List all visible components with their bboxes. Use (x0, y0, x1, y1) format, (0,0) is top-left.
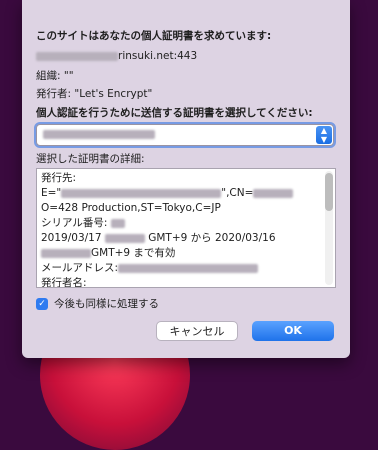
certificate-select[interactable]: ▲ ▼ (34, 122, 336, 148)
redacted-time-from (104, 233, 145, 243)
certificate-select-prompt: 個人認証を行うために送信する証明書を選択してください: (36, 107, 313, 119)
detail-validity-end-line: GMT+9 まで有効 (41, 246, 335, 261)
detail-issued-to-label: 発行先: (41, 172, 77, 184)
remember-choice-row[interactable]: ✓ 今後も同様に処理する (36, 296, 159, 311)
redacted-serial (110, 218, 125, 228)
certificate-details-text: 発行先: E=" ",CN= O=428 Production,ST=Tokyo,… (37, 169, 335, 288)
detail-issuer-name-label: 発行者名: (41, 277, 87, 288)
details-label: 選択した証明書の詳細: (36, 153, 145, 165)
detail-validity-line: 2019/03/17 GMT+9 から 2020/03/16 (41, 232, 276, 244)
cancel-button[interactable]: キャンセル (156, 321, 238, 341)
host-line: rinsuki.net:443 (36, 50, 197, 62)
issuer-line: 発行者: "Let's Encrypt" (36, 88, 153, 100)
detail-serial-line: シリアル番号: (41, 216, 335, 231)
redacted-certificate-name (43, 130, 155, 139)
remember-choice-label: 今後も同様に処理する (54, 298, 159, 310)
host-suffix: rinsuki.net:443 (118, 50, 198, 62)
redacted-email (61, 188, 222, 198)
detail-email-address-line: メールアドレス: (41, 261, 335, 276)
ok-button[interactable]: OK (252, 321, 334, 341)
organization-line: 組織: "" (36, 70, 74, 82)
scrollbar-thumb[interactable] (325, 173, 333, 211)
detail-email-cn-line: E=" ",CN= (41, 186, 335, 201)
chevron-updown-icon[interactable]: ▲ ▼ (316, 126, 332, 144)
redacted-email-address (118, 263, 259, 273)
redacted-time-to (41, 248, 91, 258)
details-scrollbar[interactable] (325, 171, 333, 285)
redacted-host (36, 51, 118, 61)
redacted-cn (253, 188, 294, 198)
certificate-details-box[interactable]: 発行先: E=" ",CN= O=428 Production,ST=Tokyo,… (36, 168, 336, 288)
certificate-request-dialog: このサイトはあなたの個人証明書を求めています: rinsuki.net:443 … (22, 0, 350, 358)
dialog-title: このサイトはあなたの個人証明書を求めています: (36, 30, 272, 42)
checkmark-icon[interactable]: ✓ (36, 297, 48, 310)
detail-org-line: O=428 Production,ST=Tokyo,C=JP (41, 202, 221, 214)
